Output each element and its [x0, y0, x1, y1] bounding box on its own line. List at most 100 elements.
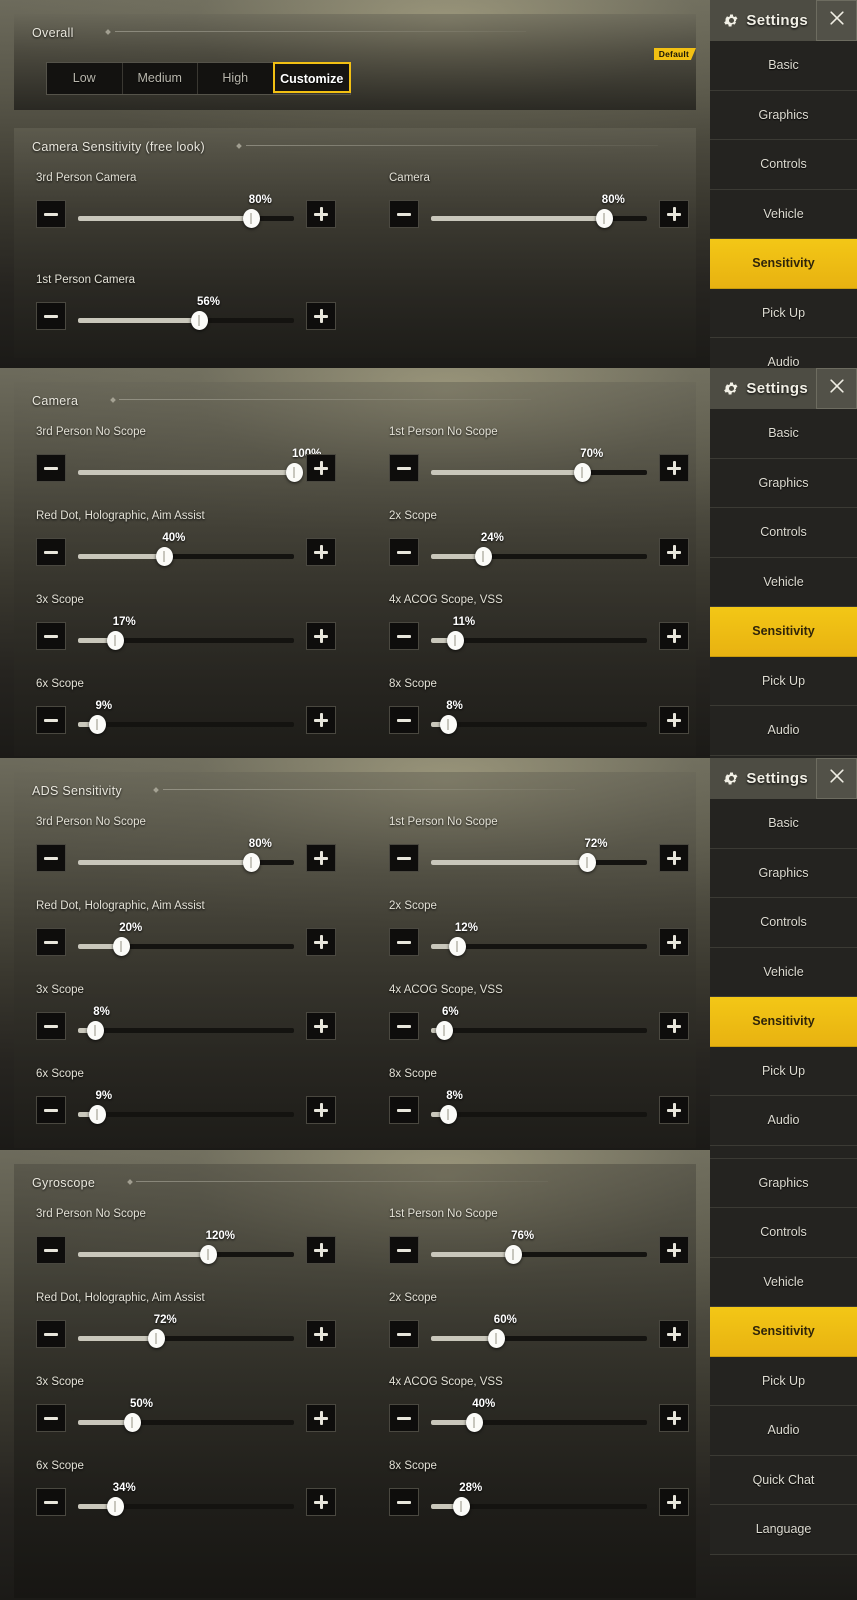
close-button[interactable]: [816, 368, 857, 409]
decrease-button[interactable]: [389, 928, 419, 956]
slider-control[interactable]: 9%: [78, 1090, 294, 1124]
increase-button[interactable]: [306, 622, 336, 650]
slider-thumb[interactable]: [89, 715, 107, 734]
decrease-button[interactable]: [389, 1012, 419, 1040]
sidebar-item-basic[interactable]: Basic: [710, 1150, 857, 1159]
slider-control[interactable]: 34%: [78, 1482, 294, 1516]
decrease-button[interactable]: [389, 454, 419, 482]
decrease-button[interactable]: [389, 1096, 419, 1124]
slider-thumb[interactable]: [242, 853, 260, 872]
increase-button[interactable]: [306, 844, 336, 872]
slider-control[interactable]: 11%: [431, 616, 647, 650]
slider-control[interactable]: 24%: [431, 532, 647, 566]
slider-thumb[interactable]: [156, 547, 174, 566]
preset-high-button[interactable]: High: [198, 63, 274, 94]
sidebar-item-vehicle[interactable]: Vehicle: [710, 947, 857, 997]
decrease-button[interactable]: [36, 1404, 66, 1432]
slider-control[interactable]: 56%: [78, 296, 294, 330]
slider-control[interactable]: 20%: [78, 922, 294, 956]
slider-thumb[interactable]: [435, 1021, 453, 1040]
slider-thumb[interactable]: [453, 1497, 471, 1516]
slider-thumb[interactable]: [147, 1329, 165, 1348]
sidebar-item-audio[interactable]: Audio: [710, 1096, 857, 1146]
decrease-button[interactable]: [389, 1320, 419, 1348]
decrease-button[interactable]: [389, 538, 419, 566]
slider-track[interactable]: [431, 1497, 647, 1516]
slider-thumb[interactable]: [448, 937, 466, 956]
slider-control[interactable]: 80%: [78, 838, 294, 872]
slider-thumb[interactable]: [124, 1413, 141, 1432]
sidebar-item-sensitivity[interactable]: Sensitivity: [710, 997, 857, 1047]
increase-button[interactable]: [306, 1404, 336, 1432]
sidebar-item-pick-up[interactable]: Pick Up: [710, 1046, 857, 1096]
preset-low-button[interactable]: Low: [47, 63, 123, 94]
slider-thumb[interactable]: [466, 1413, 484, 1432]
slider-track[interactable]: [431, 1413, 647, 1432]
slider-control[interactable]: 80%: [431, 194, 647, 228]
decrease-button[interactable]: [36, 622, 66, 650]
slider-control[interactable]: 72%: [431, 838, 647, 872]
decrease-button[interactable]: [36, 538, 66, 566]
decrease-button[interactable]: [36, 844, 66, 872]
slider-control[interactable]: 8%: [78, 1006, 294, 1040]
slider-thumb[interactable]: [190, 311, 208, 330]
slider-track[interactable]: [431, 1245, 647, 1264]
slider-control[interactable]: 8%: [431, 700, 647, 734]
sidebar-item-basic[interactable]: Basic: [710, 409, 857, 459]
slider-track[interactable]: [431, 547, 647, 566]
increase-button[interactable]: [306, 1012, 336, 1040]
sidebar-item-graphics[interactable]: Graphics: [710, 90, 857, 140]
decrease-button[interactable]: [36, 454, 66, 482]
slider-thumb[interactable]: [89, 1105, 107, 1124]
increase-button[interactable]: [659, 454, 689, 482]
sidebar-item-controls[interactable]: Controls: [710, 1208, 857, 1258]
sidebar-item-sensitivity[interactable]: Sensitivity: [710, 239, 857, 289]
sidebar-item-pick-up[interactable]: Pick Up: [710, 1356, 857, 1406]
slider-control[interactable]: 40%: [78, 532, 294, 566]
slider-thumb[interactable]: [106, 631, 124, 650]
preset-medium-button[interactable]: Medium: [122, 63, 198, 94]
increase-button[interactable]: [659, 1488, 689, 1516]
increase-button[interactable]: [306, 302, 336, 330]
slider-track[interactable]: [78, 463, 303, 482]
slider-thumb[interactable]: [440, 1105, 458, 1124]
sidebar-item-pick-up[interactable]: Pick Up: [710, 656, 857, 706]
slider-thumb[interactable]: [199, 1245, 217, 1264]
sidebar-item-audio[interactable]: Audio: [710, 1406, 857, 1456]
decrease-button[interactable]: [389, 1488, 419, 1516]
sidebar-item-audio[interactable]: Audio: [710, 706, 857, 756]
increase-button[interactable]: [659, 622, 689, 650]
increase-button[interactable]: [306, 706, 336, 734]
decrease-button[interactable]: [389, 1236, 419, 1264]
decrease-button[interactable]: [389, 706, 419, 734]
sidebar-item-audio[interactable]: Audio: [710, 338, 857, 368]
slider-thumb[interactable]: [106, 1497, 124, 1516]
increase-button[interactable]: [306, 1320, 336, 1348]
decrease-button[interactable]: [36, 928, 66, 956]
increase-button[interactable]: [659, 200, 689, 228]
sidebar-item-controls[interactable]: Controls: [710, 508, 857, 558]
increase-button[interactable]: [306, 538, 336, 566]
slider-thumb[interactable]: [87, 1021, 105, 1040]
sidebar-item-language[interactable]: Language: [710, 1505, 857, 1555]
increase-button[interactable]: [306, 1488, 336, 1516]
close-button[interactable]: [816, 758, 857, 799]
sidebar-item-controls[interactable]: Controls: [710, 898, 857, 948]
increase-button[interactable]: [306, 200, 336, 228]
close-button[interactable]: [816, 0, 857, 41]
slider-track[interactable]: [78, 853, 294, 872]
sidebar-item-basic[interactable]: Basic: [710, 41, 857, 91]
slider-control[interactable]: 120%: [78, 1230, 294, 1264]
slider-control[interactable]: 6%: [431, 1006, 647, 1040]
slider-thumb[interactable]: [286, 463, 303, 482]
sidebar-item-vehicle[interactable]: Vehicle: [710, 1257, 857, 1307]
slider-thumb[interactable]: [574, 463, 592, 482]
slider-track[interactable]: [431, 1021, 647, 1040]
slider-track[interactable]: [431, 463, 647, 482]
decrease-button[interactable]: [389, 622, 419, 650]
increase-button[interactable]: [659, 928, 689, 956]
slider-control[interactable]: 100%: [78, 448, 321, 482]
sidebar-item-vehicle[interactable]: Vehicle: [710, 557, 857, 607]
slider-track[interactable]: [78, 1105, 294, 1124]
slider-control[interactable]: 80%: [78, 194, 294, 228]
